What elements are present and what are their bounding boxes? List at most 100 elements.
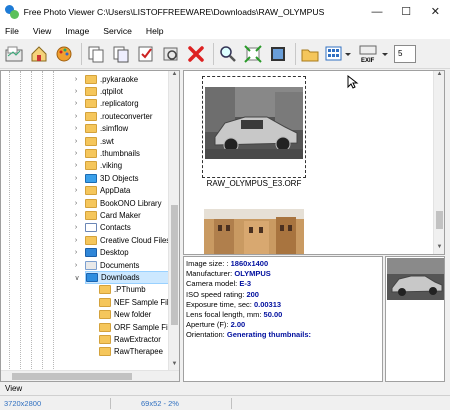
tree-item[interactable]: › .qtpilot <box>75 85 179 97</box>
tree-item[interactable]: › Creative Cloud Files <box>75 234 179 246</box>
open-folder-icon[interactable] <box>3 43 25 65</box>
tree-item[interactable]: › .viking <box>75 160 179 172</box>
expand-arrow-icon[interactable]: › <box>72 200 80 207</box>
expand-arrow-icon[interactable]: › <box>72 138 80 145</box>
folder-icon <box>85 124 97 134</box>
menu-service[interactable]: Service <box>103 26 132 36</box>
info-value: OLYMPUS <box>234 269 271 279</box>
tree-item[interactable]: .PThumb <box>99 284 179 296</box>
tree-item[interactable]: RawTherapee <box>99 346 179 358</box>
view-mode-icon[interactable] <box>324 43 354 65</box>
folder-up-icon[interactable] <box>299 43 321 65</box>
tree-item-label: RawTherapee <box>114 347 163 357</box>
folder-icon <box>85 248 97 258</box>
info-value: 1860x1400 <box>230 259 269 268</box>
expand-arrow-icon[interactable]: › <box>72 224 80 231</box>
tree-item[interactable]: ∨ Downloads <box>74 271 179 284</box>
exif-label: EXIF <box>361 57 375 64</box>
tree-item[interactable]: › .thumbnails <box>75 147 179 159</box>
thumbnail-vertical-scrollbar[interactable]: ▲ ▼ <box>433 71 444 254</box>
tree-item[interactable]: › .swt <box>75 135 179 147</box>
menu-help[interactable]: Help <box>146 26 164 36</box>
expanded-arrow-icon[interactable]: ∨ <box>73 274 81 282</box>
tree-item[interactable]: › 3D Objects <box>75 172 179 184</box>
expand-arrow-icon[interactable]: › <box>72 125 80 132</box>
folder-icon <box>85 211 97 221</box>
tree-item[interactable]: New folder <box>99 309 179 321</box>
expand-arrow-icon[interactable]: › <box>72 113 80 120</box>
tree-item[interactable]: › AppData <box>75 185 179 197</box>
delete-icon[interactable] <box>185 43 207 65</box>
info-line: Image size: : 1860x1400 <box>186 259 380 269</box>
folder-icon <box>99 347 111 357</box>
expand-arrow-icon[interactable]: › <box>72 88 80 95</box>
check-icon[interactable] <box>135 43 157 65</box>
tree-item[interactable]: › Documents <box>75 259 179 271</box>
folder-tree[interactable]: › .pykaraoke › .qtpilot › .replicatorg › .route… <box>0 70 180 382</box>
folder-icon <box>85 87 97 97</box>
expand-arrow-icon[interactable]: › <box>72 76 80 83</box>
tree-item[interactable]: › .pykaraoke <box>75 73 179 85</box>
thumbnail-pane[interactable]: RAW_OLYMPUS_E3.ORF ▲ ▼ <box>183 70 445 255</box>
scroll-up-icon[interactable]: ▲ <box>434 71 444 81</box>
tree-item[interactable]: › .replicatorg <box>75 98 179 110</box>
expand-arrow-icon[interactable]: › <box>72 237 80 244</box>
info-line: Orientation: Generating thumbnails: <box>186 330 380 340</box>
building-photo-thumbnail[interactable] <box>204 209 304 254</box>
toolbar: EXIF <box>0 39 450 69</box>
scroll-down-icon[interactable]: ▼ <box>434 244 444 254</box>
copy-icon[interactable] <box>85 43 107 65</box>
move-icon[interactable] <box>110 43 132 65</box>
tree-item[interactable]: RawExtractor <box>99 333 179 345</box>
thumbnail-item[interactable] <box>202 76 306 178</box>
scroll-up-icon[interactable]: ▲ <box>169 71 179 81</box>
menu-view[interactable]: View <box>33 26 51 36</box>
tree-item[interactable]: › Desktop <box>75 247 179 259</box>
info-value: 200 <box>246 289 259 299</box>
info-label: Manufacturer: <box>186 269 235 279</box>
tree-item[interactable]: › BookONO Library <box>75 197 179 209</box>
info-label: Camera model: <box>186 279 240 289</box>
expand-arrow-icon[interactable]: › <box>72 100 80 107</box>
tree-item[interactable]: NEF Sample Files <box>99 296 179 308</box>
fit-to-window-icon[interactable] <box>242 43 264 65</box>
expand-arrow-icon[interactable]: › <box>72 249 80 256</box>
folder-icon <box>85 198 97 208</box>
info-line: Aperture (F): 2.00 <box>186 320 380 330</box>
info-label: Orientation: <box>186 330 227 340</box>
tree-item[interactable]: › Contacts <box>75 222 179 234</box>
expand-arrow-icon[interactable]: › <box>72 187 80 194</box>
expand-arrow-icon[interactable]: › <box>72 212 80 219</box>
view-tab[interactable]: View <box>5 384 22 393</box>
tree-item[interactable]: ORF Sample Files <box>99 321 179 333</box>
tree-item[interactable]: › .simflow <box>75 123 179 135</box>
tree-item[interactable]: › .routeconverter <box>75 110 179 122</box>
tree-item-label: Documents <box>100 260 140 270</box>
palette-icon[interactable] <box>53 43 75 65</box>
exif-icon[interactable]: EXIF <box>357 43 391 65</box>
info-line: Lens focal length, mm: 50.00 <box>186 310 380 320</box>
menu-image[interactable]: Image <box>65 26 89 36</box>
page-number-input[interactable] <box>394 44 416 63</box>
minimize-button[interactable]: — <box>362 0 391 23</box>
expand-arrow-icon[interactable]: › <box>72 262 80 269</box>
scan-icon[interactable] <box>160 43 182 65</box>
info-value: E-3 <box>239 279 252 289</box>
tree-item-label: 3D Objects <box>100 173 139 183</box>
tree-horizontal-scrollbar[interactable] <box>1 370 179 381</box>
menu-file[interactable]: File <box>5 26 19 36</box>
zoom-icon[interactable] <box>217 43 239 65</box>
tree-vertical-scrollbar[interactable]: ▲ ▼ <box>168 71 179 371</box>
tree-item[interactable]: › Card Maker <box>75 209 179 221</box>
tree-item-label: BookONO Library <box>100 198 162 208</box>
info-value: 0.00313 <box>253 299 282 309</box>
filmstrip-icon[interactable] <box>267 43 289 65</box>
home-icon[interactable] <box>28 43 50 65</box>
folder-icon <box>85 111 97 121</box>
expand-arrow-icon[interactable]: › <box>72 162 80 169</box>
expand-arrow-icon[interactable]: › <box>72 175 80 182</box>
close-button[interactable]: ✕ <box>421 0 450 23</box>
folder-icon <box>85 260 97 270</box>
expand-arrow-icon[interactable]: › <box>72 150 80 157</box>
maximize-button[interactable]: ☐ <box>392 0 421 23</box>
